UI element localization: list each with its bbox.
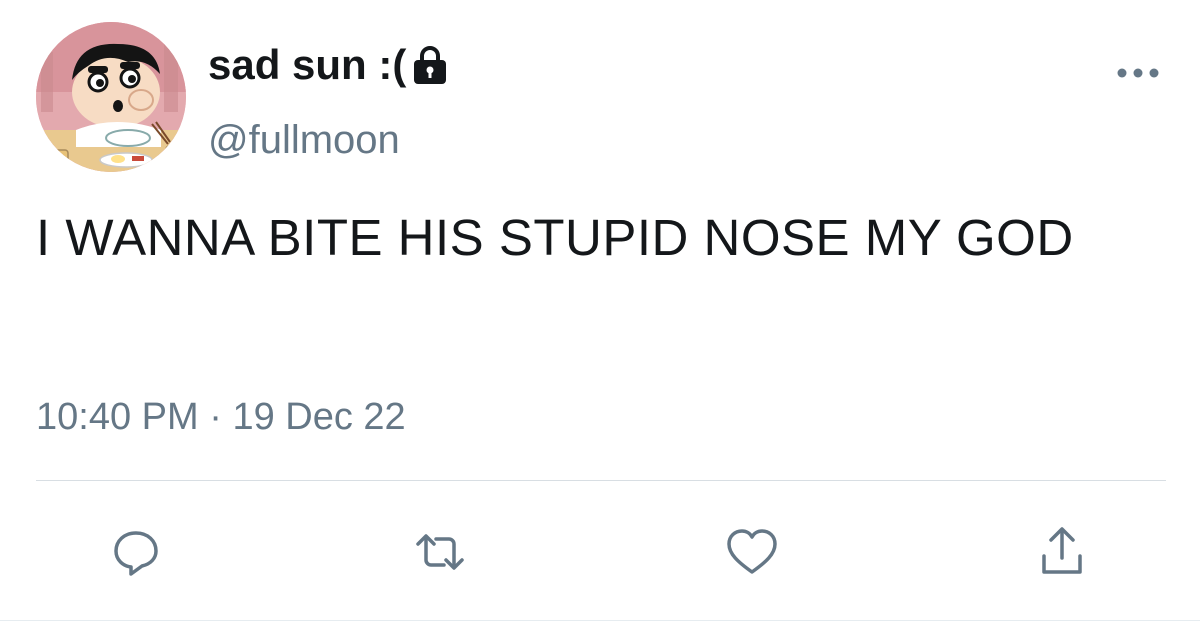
- more-options-button[interactable]: [1112, 58, 1168, 88]
- user-handle[interactable]: @fullmoon: [208, 116, 400, 164]
- tweet-timestamp[interactable]: 10:40 PM · 19 Dec 22: [36, 392, 406, 442]
- like-button[interactable]: [722, 522, 782, 582]
- ellipsis-icon: [1117, 68, 1159, 78]
- tweet-time: 10:40 PM: [36, 396, 199, 438]
- share-upload-icon: [1042, 527, 1082, 574]
- meta-separator: ·: [209, 396, 222, 438]
- display-name-text: sad sun :(: [208, 41, 407, 88]
- divider: [36, 480, 1166, 481]
- tweet-card: sad sun :( @fullmoon I WANNA BITE HIS ST…: [0, 0, 1200, 638]
- reply-button[interactable]: [106, 522, 166, 582]
- speech-bubble-icon: [114, 531, 158, 576]
- bottom-divider: [0, 620, 1200, 621]
- tweet-text: I WANNA BITE HIS STUPID NOSE MY GOD: [36, 209, 1074, 266]
- tweet-date: 19 Dec 22: [232, 396, 406, 438]
- heart-outline-icon: [727, 529, 777, 574]
- retweet-button[interactable]: [410, 522, 470, 582]
- cartoon-avatar-icon: [36, 22, 186, 172]
- lock-icon: [410, 44, 450, 86]
- share-button[interactable]: [1032, 522, 1092, 582]
- retweet-arrows-icon: [416, 534, 464, 570]
- display-name[interactable]: sad sun :(: [208, 40, 450, 90]
- avatar[interactable]: [36, 22, 186, 172]
